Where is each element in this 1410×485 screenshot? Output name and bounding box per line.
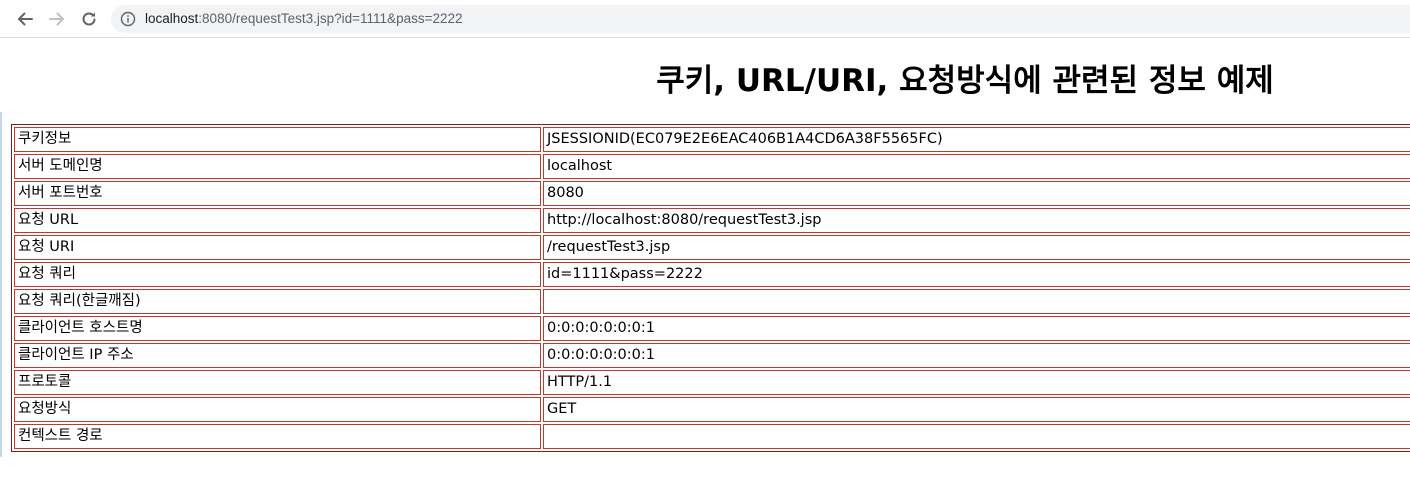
row-value [543,289,1410,314]
row-label: 클라이언트 호스트명 [14,316,541,341]
row-value [543,424,1410,449]
row-label: 서버 도메인명 [14,154,541,179]
address-path: :8080/requestTest3.jsp?id=1111&pass=2222 [198,11,463,26]
row-label: 서버 포트번호 [14,181,541,206]
table-row: 쿠키정보 JSESSIONID(EC079E2E6EAC406B1A4CD6A38… [14,127,1410,152]
row-value: 0:0:0:0:0:0:0:1 [543,316,1410,341]
row-label: 쿠키정보 [14,127,541,152]
reload-icon [82,12,96,26]
row-label: 클라이언트 IP 주소 [14,343,541,368]
back-button[interactable] [13,7,37,31]
table-row: 클라이언트 IP 주소 0:0:0:0:0:0:0:1 [14,343,1410,368]
table-row: 프로토콜 HTTP/1.1 [14,370,1410,395]
row-label: 요청 쿼리 [14,262,541,287]
table-row: 클라이언트 호스트명 0:0:0:0:0:0:0:1 [14,316,1410,341]
row-label: 요청 URI [14,235,541,260]
row-value: id=1111&pass=2222 [543,262,1410,287]
row-label: 요청방식 [14,397,541,422]
address-bar[interactable]: localhost:8080/requestTest3.jsp?id=1111&… [111,5,1410,33]
row-value: 0:0:0:0:0:0:0:1 [543,343,1410,368]
request-info-table: 쿠키정보 JSESSIONID(EC079E2E6EAC406B1A4CD6A38… [11,124,1410,452]
table-row: 서버 도메인명 localhost [14,154,1410,179]
address-url[interactable]: localhost:8080/requestTest3.jsp?id=1111&… [145,10,463,28]
reload-button[interactable] [77,7,101,31]
table-row: 요청 URI/requestTest3.jsp [14,235,1410,260]
table-row: 요청방식 GET [14,397,1410,422]
row-value: http://localhost:8080/requestTest3.jsp [543,208,1410,233]
address-host: localhost [145,11,199,26]
row-value: /requestTest3.jsp [543,235,1410,260]
row-value: JSESSIONID(EC079E2E6EAC406B1A4CD6A38F556… [543,127,1410,152]
table-row: 서버 포트번호 8080 [14,181,1410,206]
browser-toolbar: localhost:8080/requestTest3.jsp?id=1111&… [0,0,1410,38]
info-icon[interactable] [120,11,136,27]
forward-button[interactable] [45,7,69,31]
window-edge [0,112,2,457]
row-value: GET [543,397,1410,422]
row-label: 요청 쿼리(한글깨짐) [14,289,541,314]
row-label: 컨텍스트 경로 [14,424,541,449]
arrow-left-icon [18,12,33,26]
page-title: 쿠키, URL/URI, 요청방식에 관련된 정보 예제 [656,63,1274,99]
table-row: 컨텍스트 경로 [14,424,1410,449]
table-row: 요청 URL http://localhost:8080/requestTest3… [14,208,1410,233]
row-value: HTTP/1.1 [543,370,1410,395]
row-label: 프로토콜 [14,370,541,395]
row-value: localhost [543,154,1410,179]
table-row: 요청 쿼리 id=1111&pass=2222 [14,262,1410,287]
row-value: 8080 [543,181,1410,206]
table-row: 요청 쿼리(한글깨짐) [14,289,1410,314]
arrow-right-icon [49,12,64,26]
row-label: 요청 URL [14,208,541,233]
